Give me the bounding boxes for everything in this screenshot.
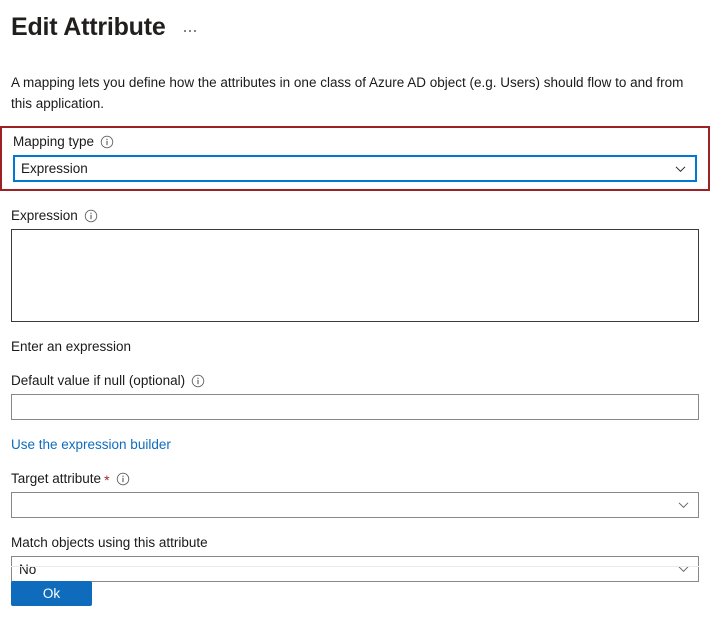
ellipsis-icon[interactable] (180, 24, 201, 37)
match-objects-label-row: Match objects using this attribute (11, 534, 699, 552)
match-objects-select[interactable]: No (11, 556, 699, 582)
chevron-down-icon[interactable] (677, 499, 690, 512)
info-icon[interactable] (191, 374, 205, 388)
ellipsis-dot-1 (184, 30, 187, 33)
expression-label: Expression (11, 207, 78, 225)
mapping-type-label: Mapping type (13, 133, 94, 151)
expression-helper-text: Enter an expression (11, 338, 699, 356)
match-objects-field: Match objects using this attribute No (11, 534, 699, 582)
info-icon[interactable] (100, 135, 114, 149)
edit-attribute-panel: Edit Attribute A mapping lets you define… (0, 0, 710, 617)
info-icon[interactable] (116, 472, 130, 486)
target-attribute-label: Target attribute (11, 470, 101, 488)
ellipsis-dot-2 (189, 30, 192, 33)
ellipsis-dot-3 (194, 30, 197, 33)
target-attribute-label-row: Target attribute * (11, 470, 699, 488)
chevron-down-icon[interactable] (677, 563, 690, 576)
match-objects-value: No (19, 562, 36, 577)
expression-textarea[interactable] (11, 229, 699, 322)
ok-button[interactable]: Ok (11, 581, 92, 606)
mapping-type-value: Expression (21, 161, 88, 176)
mapping-type-select[interactable]: Expression (13, 155, 697, 182)
target-attribute-select[interactable] (11, 492, 699, 518)
default-value-field: Default value if null (optional) (11, 372, 699, 420)
chevron-down-icon[interactable] (674, 162, 687, 175)
expression-builder-link[interactable]: Use the expression builder (11, 436, 171, 454)
default-value-input[interactable] (11, 394, 699, 420)
expression-label-row: Expression (11, 207, 699, 225)
footer-divider (11, 566, 699, 567)
match-objects-label: Match objects using this attribute (11, 534, 208, 552)
required-marker: * (104, 473, 109, 487)
page-title: Edit Attribute (11, 12, 166, 42)
default-value-label-row: Default value if null (optional) (11, 372, 699, 390)
mapping-type-label-row: Mapping type (13, 133, 697, 151)
default-value-label: Default value if null (optional) (11, 372, 185, 390)
target-attribute-field: Target attribute * (11, 470, 699, 518)
annotation-highlight-box: Mapping type Expression (0, 126, 710, 191)
info-icon[interactable] (84, 209, 98, 223)
mapping-type-field: Mapping type Expression (13, 133, 697, 182)
panel-description: A mapping lets you define how the attrib… (11, 72, 691, 114)
panel-header: Edit Attribute (11, 0, 699, 48)
expression-field: Expression (11, 207, 699, 322)
